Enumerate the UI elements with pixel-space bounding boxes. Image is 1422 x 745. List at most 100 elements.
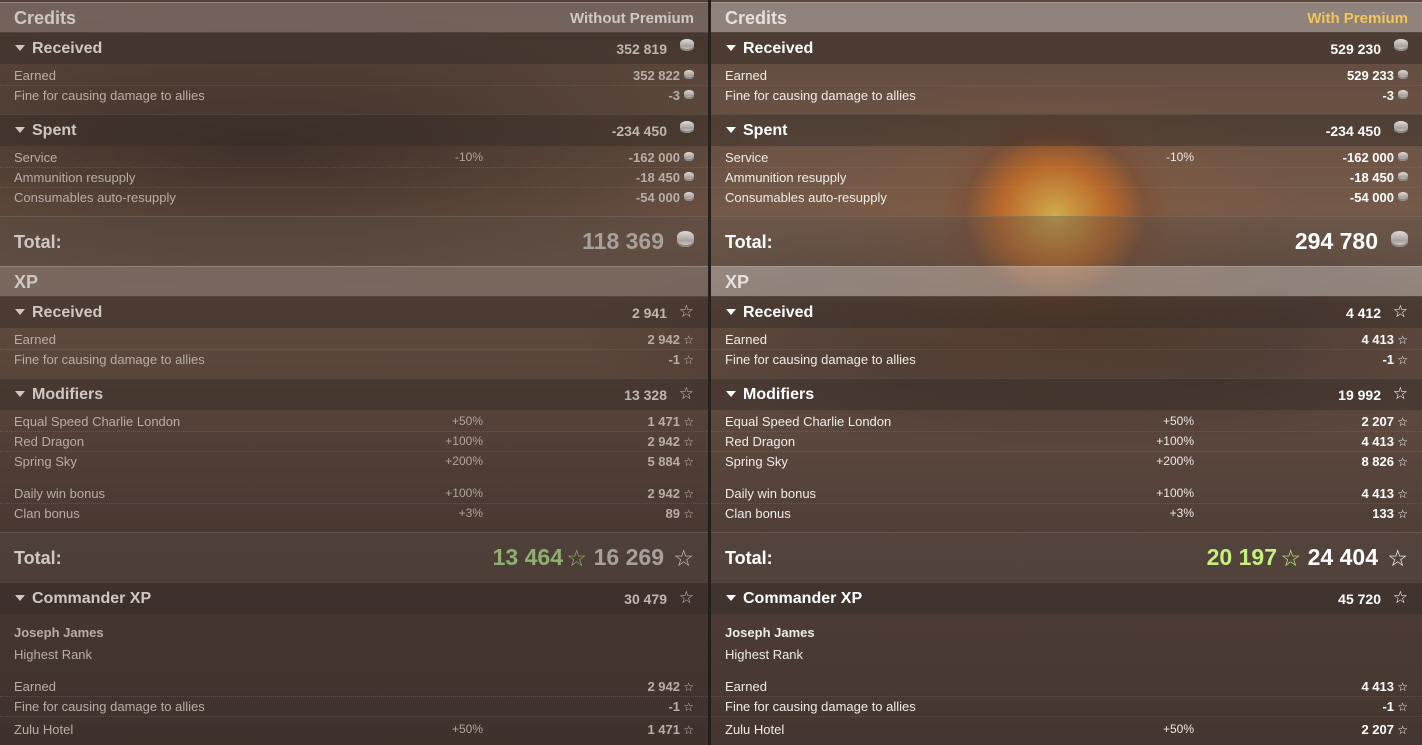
credits-total-value: 294 780	[1294, 228, 1378, 254]
star-icon: ☆	[1392, 588, 1408, 607]
row-value: 89	[665, 506, 680, 521]
group-value: -234 450	[611, 123, 667, 139]
group-value: 19 992	[1338, 387, 1381, 403]
commander-rank-row: Highest Rank	[0, 645, 708, 665]
collapse-arrow-icon[interactable]	[15, 309, 25, 315]
xp-fine-row: Fine for causing damage to allies -1 ☆	[711, 350, 1422, 370]
star-icon: ☆	[566, 545, 587, 571]
group-label: Received	[743, 304, 814, 321]
row-percent: +100%	[445, 434, 483, 448]
coin-icon	[684, 152, 694, 161]
total-label: Total:	[725, 232, 773, 252]
row-value: -54 000	[1349, 190, 1394, 205]
star-icon: ☆	[683, 415, 694, 429]
row-percent: +200%	[445, 454, 483, 468]
star-icon: ☆	[1397, 353, 1408, 367]
group-label: Modifiers	[743, 386, 815, 403]
xp-total-value: 16 269	[593, 544, 664, 570]
commander-rank-row: Highest Rank	[711, 645, 1422, 665]
collapse-arrow-icon[interactable]	[15, 45, 25, 51]
row-percent: +100%	[1156, 434, 1194, 448]
premium-mode-label: Without Premium	[569, 10, 694, 27]
group-value: 45 720	[1338, 591, 1381, 607]
group-label: Spent	[32, 122, 77, 139]
xp-title: XP	[14, 272, 39, 292]
commander-xp-group[interactable]: Commander XP 45 720 ☆	[711, 582, 1422, 614]
modifier-row: Daily win bonus +100% 4 413 ☆	[711, 484, 1422, 504]
star-icon: ☆	[1397, 487, 1408, 501]
coin-icon	[677, 231, 694, 247]
star-icon: ☆	[1392, 302, 1408, 321]
modifiers-group[interactable]: Modifiers 13 328 ☆	[0, 378, 708, 410]
star-icon: ☆	[683, 455, 694, 469]
without-premium-panel: Credits Without Premium Received 352 819…	[0, 0, 708, 745]
row-value: -18 450	[635, 170, 680, 185]
coin-icon	[1394, 121, 1408, 133]
group-label: Received	[32, 304, 103, 321]
collapse-arrow-icon[interactable]	[726, 595, 736, 601]
xp-received-group[interactable]: Received 4 412 ☆	[711, 296, 1422, 328]
credits-total-value: 118 369	[582, 228, 664, 254]
coin-icon	[684, 70, 694, 79]
row-label: Earned	[14, 332, 56, 347]
coin-icon	[684, 90, 694, 99]
group-label: Commander XP	[743, 590, 863, 607]
collapse-arrow-icon[interactable]	[15, 595, 25, 601]
group-value: 30 479	[624, 591, 667, 607]
commander-xp-group[interactable]: Commander XP 30 479 ☆	[0, 582, 708, 614]
credits-spent-group[interactable]: Spent -234 450	[711, 114, 1422, 146]
star-icon: ☆	[683, 435, 694, 449]
credits-title: Credits	[725, 8, 788, 28]
collapse-arrow-icon[interactable]	[726, 309, 736, 315]
credits-received-group[interactable]: Received 352 819	[0, 32, 708, 64]
commander-name: Joseph James	[725, 625, 815, 640]
row-value: 2 207	[1361, 414, 1394, 429]
row-value: -18 450	[1349, 170, 1394, 185]
commander-zulu-row: Zulu Hotel +50% 1 471 ☆	[0, 720, 708, 740]
with-premium-panel: Credits With Premium Received 529 230 Ea…	[711, 0, 1422, 745]
row-percent: -10%	[1165, 150, 1194, 164]
group-label: Received	[743, 40, 814, 57]
row-value: -3	[668, 88, 680, 103]
modifiers-group[interactable]: Modifiers 19 992 ☆	[711, 378, 1422, 410]
collapse-arrow-icon[interactable]	[726, 45, 736, 51]
xp-received-group[interactable]: Received 2 941 ☆	[0, 296, 708, 328]
row-percent: +200%	[1156, 454, 1194, 468]
row-percent: +50%	[451, 722, 483, 736]
row-value: -162 000	[628, 150, 680, 165]
coin-icon	[680, 121, 694, 133]
row-value: 4 413	[1361, 486, 1394, 501]
row-value: 352 822	[633, 68, 680, 83]
xp-total-value: 24 404	[1307, 544, 1378, 570]
star-icon: ☆	[673, 545, 694, 571]
credits-spent-group[interactable]: Spent -234 450	[0, 114, 708, 146]
collapse-arrow-icon[interactable]	[726, 127, 736, 133]
star-icon: ☆	[1397, 333, 1408, 347]
free-xp-total-value: 13 464	[492, 544, 563, 570]
commander-fine-row: Fine for causing damage to allies -1 ☆	[0, 697, 708, 717]
coin-icon	[684, 192, 694, 201]
modifier-row: Equal Speed Charlie London +50% 2 207 ☆	[711, 412, 1422, 432]
row-label: Earned	[725, 68, 767, 83]
service-row: Service -10% -162 000	[0, 148, 708, 168]
collapse-arrow-icon[interactable]	[726, 391, 736, 397]
collapse-arrow-icon[interactable]	[15, 391, 25, 397]
premium-mode-label: With Premium	[1307, 10, 1408, 27]
star-icon: ☆	[1397, 507, 1408, 521]
group-value: 352 819	[616, 41, 667, 57]
star-icon: ☆	[678, 302, 694, 321]
coin-icon	[1398, 70, 1408, 79]
star-icon: ☆	[1280, 545, 1301, 571]
group-value: 13 328	[624, 387, 667, 403]
service-row: Service -10% -162 000	[711, 148, 1422, 168]
row-value: 8 826	[1361, 454, 1394, 469]
row-label: Fine for causing damage to allies	[14, 88, 205, 103]
coin-icon	[1394, 39, 1408, 51]
star-icon: ☆	[1397, 435, 1408, 449]
consumables-row: Consumables auto-resupply -54 000	[0, 188, 708, 208]
credits-received-group[interactable]: Received 529 230	[711, 32, 1422, 64]
collapse-arrow-icon[interactable]	[15, 127, 25, 133]
star-icon: ☆	[683, 353, 694, 367]
star-icon: ☆	[1387, 545, 1408, 571]
modifier-row: Clan bonus +3% 133 ☆	[711, 504, 1422, 524]
